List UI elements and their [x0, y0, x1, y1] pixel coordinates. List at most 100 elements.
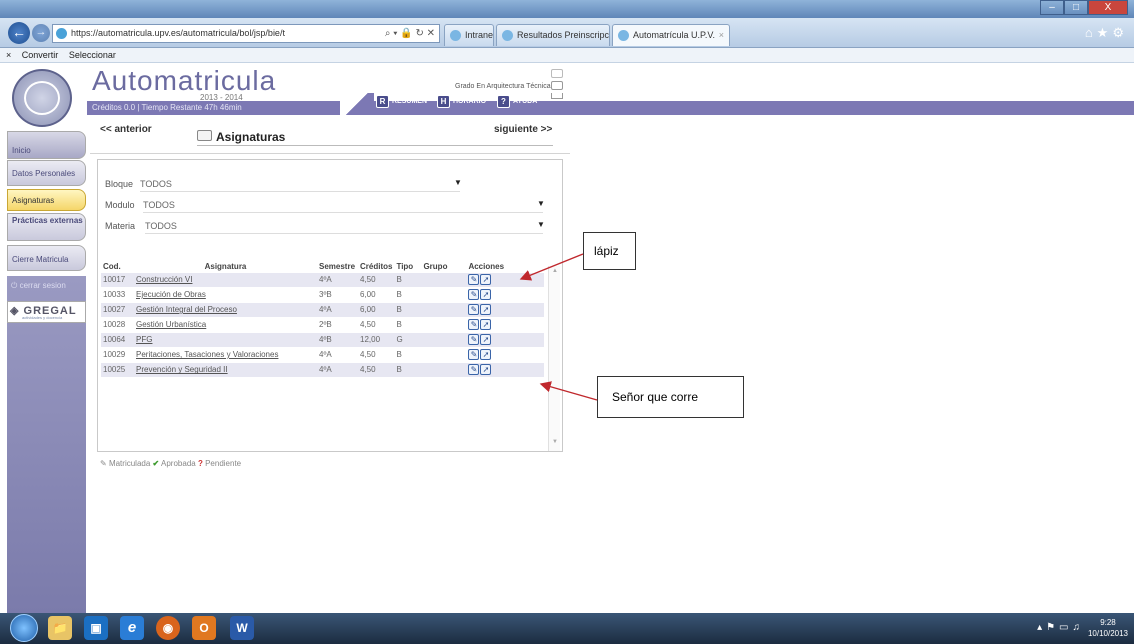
pencil-icon[interactable]: ✎ [468, 289, 480, 300]
degree-select-box[interactable] [551, 81, 563, 90]
column-cod: Cod. [103, 262, 121, 272]
running-man-icon[interactable]: ➚ [480, 274, 492, 285]
running-man-icon[interactable]: ➚ [480, 304, 492, 315]
sidebar-background [7, 276, 86, 613]
filter-label: Modulo [105, 200, 135, 210]
close-toolbar-icon[interactable]: × [6, 50, 11, 60]
pencil-icon[interactable]: ✎ [468, 319, 480, 330]
subject-link[interactable]: Prevención y Seguridad II [136, 365, 228, 374]
degree-option-box[interactable] [551, 69, 563, 78]
degree-option-box[interactable] [551, 93, 563, 99]
pencil-icon[interactable]: ✎ [468, 274, 480, 285]
tab-intranet[interactable]: Intranet UPV [444, 24, 494, 46]
cell-semestre: 3ºB [317, 286, 358, 302]
internet-explorer-icon[interactable]: e [120, 616, 144, 640]
filter-materia[interactable]: Materia TODOS ▼ [105, 218, 549, 234]
app-icon[interactable]: ▣ [84, 616, 108, 640]
window-controls: – □ X [1040, 0, 1128, 15]
annotation-lapiz: lápiz [583, 232, 636, 270]
content-divider [90, 153, 570, 154]
sidebar-item-practicas[interactable]: Prácticas externas [7, 213, 86, 241]
page-content: Automatricula 2013 - 2014 Créditos 0.0 |… [0, 63, 1134, 613]
address-bar[interactable]: https://automatricula.upv.es/automatricu… [52, 24, 440, 43]
browser-toolbar-icons[interactable]: ⌂★⚙ [1085, 25, 1128, 41]
select-button[interactable]: Seleccionar [69, 50, 116, 60]
tab-automatricula[interactable]: Automatrícula U.P.V. × [612, 24, 730, 46]
explorer-icon[interactable]: 📁 [48, 616, 72, 640]
gregal-subtitle: actividades y docencia [22, 315, 63, 320]
status-legend: ✎ Matriculada ✔ Aprobada ? Pendiente [100, 459, 241, 468]
horario-button[interactable]: H HORARIO [437, 95, 486, 109]
column-semestre: Semestre [319, 262, 356, 272]
legend-matriculada: Matriculada [108, 459, 151, 468]
minimize-button[interactable]: – [1040, 0, 1064, 15]
filter-bloque[interactable]: Bloque TODOS ▼ [105, 176, 465, 192]
dropdown-arrow-icon[interactable]: ▼ [537, 220, 545, 229]
cell-creditos: 4,50 [358, 361, 395, 377]
system-tray-icons[interactable]: ▴⚑▭♫ [1037, 622, 1084, 633]
running-man-icon[interactable]: ➚ [480, 319, 492, 330]
next-link[interactable]: siguiente >> [494, 124, 552, 135]
pencil-icon[interactable]: ✎ [468, 334, 480, 345]
running-man-icon[interactable]: ➚ [480, 349, 492, 360]
forward-arrow-icon[interactable]: → [32, 24, 50, 42]
outlook-icon[interactable]: O [192, 616, 216, 640]
dropdown-arrow-icon[interactable]: ▼ [454, 178, 462, 187]
scroll-up-icon[interactable]: ▲ [552, 268, 558, 274]
legend-aprobada: Aprobada [161, 459, 196, 468]
subject-link[interactable]: Peritaciones, Tasaciones y Valoraciones [136, 350, 278, 359]
cell-semestre: 4ºA [317, 301, 358, 317]
logout-link[interactable]: ⏻ cerrar sesion [11, 281, 66, 291]
sidebar-item-datos-personales[interactable]: Datos Personales [7, 160, 86, 186]
start-button[interactable] [10, 614, 38, 642]
subject-link[interactable]: Gestión Integral del Proceso [136, 305, 237, 314]
cell-acciones: ✎ ➚ [466, 331, 544, 347]
table-row: 10029 Peritaciones, Tasaciones y Valorac… [101, 346, 544, 362]
word-icon[interactable]: W [230, 616, 254, 640]
site-favicon-icon [56, 28, 67, 39]
address-bar-actions[interactable]: ⌕ ▾ 🔒 ↻ ✕ [385, 25, 435, 42]
sidebar-item-asignaturas[interactable]: Asignaturas [7, 189, 86, 211]
tab-label: Intranet UPV [465, 30, 494, 40]
sidebar-item-cierre[interactable]: Cierre Matricula [7, 245, 86, 271]
cell-asignatura: Ejecución de Obras [134, 286, 317, 302]
pencil-icon[interactable]: ✎ [468, 349, 480, 360]
running-man-icon[interactable]: ➚ [480, 364, 492, 376]
table-scrollbar[interactable]: ▲ ▼ [548, 266, 560, 451]
running-man-icon[interactable]: ➚ [480, 289, 492, 300]
subjects-table: Cod. Asignatura Semestre Créditos Tipo G… [101, 262, 544, 377]
close-window-button[interactable]: X [1088, 0, 1128, 15]
cell-asignatura: PFG [134, 331, 317, 347]
running-man-icon[interactable]: ➚ [480, 334, 492, 345]
cell-cod: 10033 [101, 286, 134, 302]
subject-link[interactable]: PFG [136, 335, 152, 344]
pencil-icon[interactable]: ✎ [468, 364, 480, 376]
convert-button[interactable]: Convertir [22, 50, 59, 60]
subject-link[interactable]: Gestión Urbanística [136, 320, 206, 329]
close-tab-icon[interactable]: × [719, 25, 724, 45]
column-grupo: Grupo [423, 262, 448, 272]
command-bar: × Convertir Seleccionar [0, 48, 1134, 63]
clock[interactable]: 9:28 10/10/2013 [1088, 617, 1128, 639]
ayuda-button[interactable]: ? AYUDA [497, 95, 537, 109]
filter-modulo[interactable]: Modulo TODOS ▼ [105, 197, 549, 213]
firefox-icon[interactable]: ◉ [156, 616, 180, 640]
dropdown-arrow-icon[interactable]: ▼ [537, 199, 545, 208]
back-arrow-icon[interactable]: ← [8, 22, 30, 44]
matriculada-icon: ✎ [100, 459, 107, 468]
cell-asignatura: Construcción VI [134, 271, 317, 287]
previous-link[interactable]: << anterior [100, 124, 152, 135]
header-wedge [340, 93, 374, 115]
maximize-button[interactable]: □ [1064, 0, 1088, 15]
pencil-icon[interactable]: ✎ [468, 304, 480, 315]
clock-time: 9:28 [1100, 618, 1116, 627]
resumen-button[interactable]: R RESUMEN [376, 95, 427, 109]
scroll-down-icon[interactable]: ▼ [552, 439, 558, 445]
cell-creditos: 4,50 [358, 316, 395, 332]
cell-tipo: B [394, 361, 422, 377]
tab-resultados[interactable]: Resultados Preinscripci... [496, 24, 610, 46]
sidebar-item-inicio[interactable]: Inicio [7, 131, 86, 159]
subject-link[interactable]: Ejecución de Obras [136, 290, 206, 299]
subject-link[interactable]: Construcción VI [136, 275, 192, 284]
cell-cod: 10028 [101, 316, 134, 332]
